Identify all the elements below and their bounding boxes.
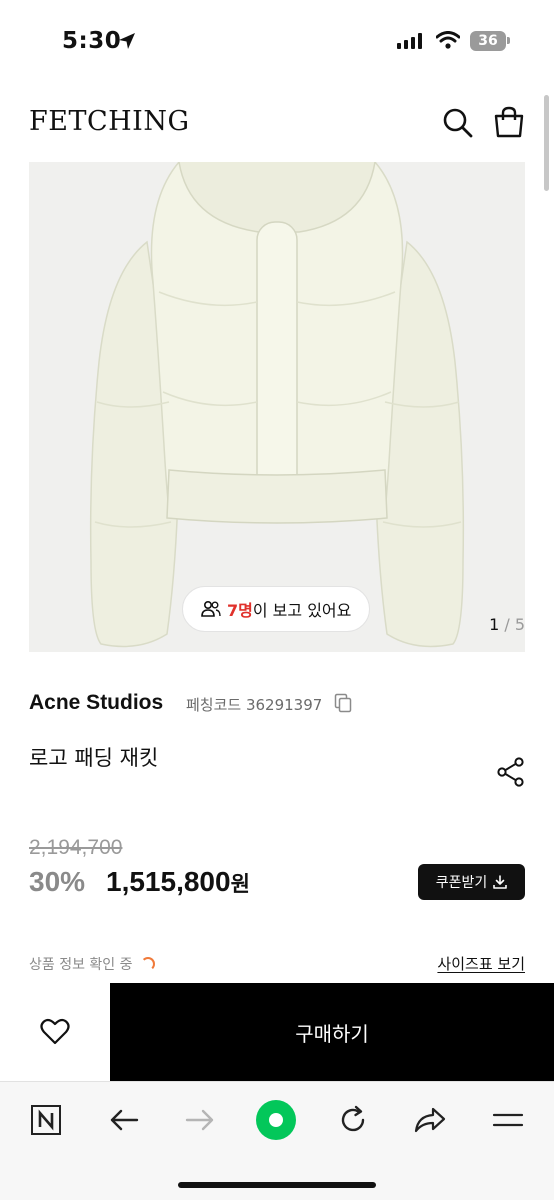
discount-rate: 30% xyxy=(29,866,86,897)
wifi-icon xyxy=(435,31,461,53)
share-button[interactable] xyxy=(497,757,525,787)
hamburger-menu-icon xyxy=(492,1113,524,1127)
battery-icon: 36 xyxy=(470,31,506,51)
naver-home-button[interactable] xyxy=(24,1098,68,1142)
browser-toolbar xyxy=(0,1081,554,1200)
scroll-indicator[interactable] xyxy=(544,95,549,191)
arrow-left-icon xyxy=(110,1109,139,1131)
info-status-text: 상품 정보 확인 중 xyxy=(29,957,133,973)
share-page-button[interactable] xyxy=(408,1098,452,1142)
loading-spinner-icon xyxy=(140,957,155,971)
size-chart-link[interactable]: 사이즈표 보기 xyxy=(437,953,525,974)
product-brand[interactable]: Acne Studios xyxy=(29,691,163,715)
status-time: 5:30 xyxy=(62,28,122,54)
naver-n-icon xyxy=(31,1105,61,1135)
fetching-code: 페칭코드 36291397 xyxy=(186,696,323,714)
location-arrow-icon xyxy=(117,31,137,55)
product-image-carousel[interactable]: 7명이 보고 있어요 1 / 5 xyxy=(29,162,525,652)
brand-logo[interactable]: FETCHING xyxy=(29,106,190,137)
wishlist-button[interactable] xyxy=(0,983,110,1081)
coupon-label: 쿠폰받기 xyxy=(435,875,488,891)
signal-icon xyxy=(397,33,422,49)
search-icon xyxy=(443,108,473,138)
image-counter: 1 / 5 xyxy=(489,615,525,634)
copy-icon[interactable] xyxy=(334,693,352,717)
sale-price-value: 1,515,800 xyxy=(106,866,231,897)
home-indicator[interactable] xyxy=(178,1182,376,1188)
sale-price: 1,515,800원 xyxy=(106,866,250,898)
green-dot-button[interactable] xyxy=(254,1098,298,1142)
reload-icon xyxy=(341,1105,365,1132)
back-button[interactable] xyxy=(102,1098,146,1142)
product-photo-jacket xyxy=(89,162,465,648)
arrow-right-icon xyxy=(185,1109,214,1131)
product-info-loading: 상품 정보 확인 중 xyxy=(29,954,155,974)
shopping-bag-icon xyxy=(494,106,524,138)
share-icon xyxy=(497,757,524,787)
shopping-bag-button[interactable] xyxy=(493,105,525,139)
viewer-text: 이 보고 있어요 xyxy=(252,601,352,620)
coupon-download-button[interactable]: 쿠폰받기 xyxy=(418,864,525,900)
forward-button[interactable] xyxy=(178,1098,222,1142)
currency-unit: 원 xyxy=(230,873,250,896)
green-dot-icon xyxy=(256,1100,296,1140)
download-icon xyxy=(493,875,508,889)
original-price: 2,194,700 xyxy=(29,836,123,859)
image-counter-total: / 5 xyxy=(504,615,525,634)
forward-share-icon xyxy=(414,1107,446,1133)
image-counter-current: 1 xyxy=(489,615,500,634)
purchase-bar: 구매하기 xyxy=(0,983,554,1081)
status-bar: 5:30 36 xyxy=(0,0,554,86)
live-viewers-badge: 7명이 보고 있어요 xyxy=(182,586,371,632)
people-icon xyxy=(201,600,221,617)
heart-icon xyxy=(40,1018,70,1045)
buy-button[interactable]: 구매하기 xyxy=(110,983,554,1081)
menu-button[interactable] xyxy=(486,1098,530,1142)
product-name: 로고 패딩 재킷 xyxy=(29,746,159,770)
reload-button[interactable] xyxy=(331,1098,375,1142)
search-button[interactable] xyxy=(441,106,475,140)
battery-cap xyxy=(507,37,510,44)
viewer-count: 7명 xyxy=(227,601,253,620)
